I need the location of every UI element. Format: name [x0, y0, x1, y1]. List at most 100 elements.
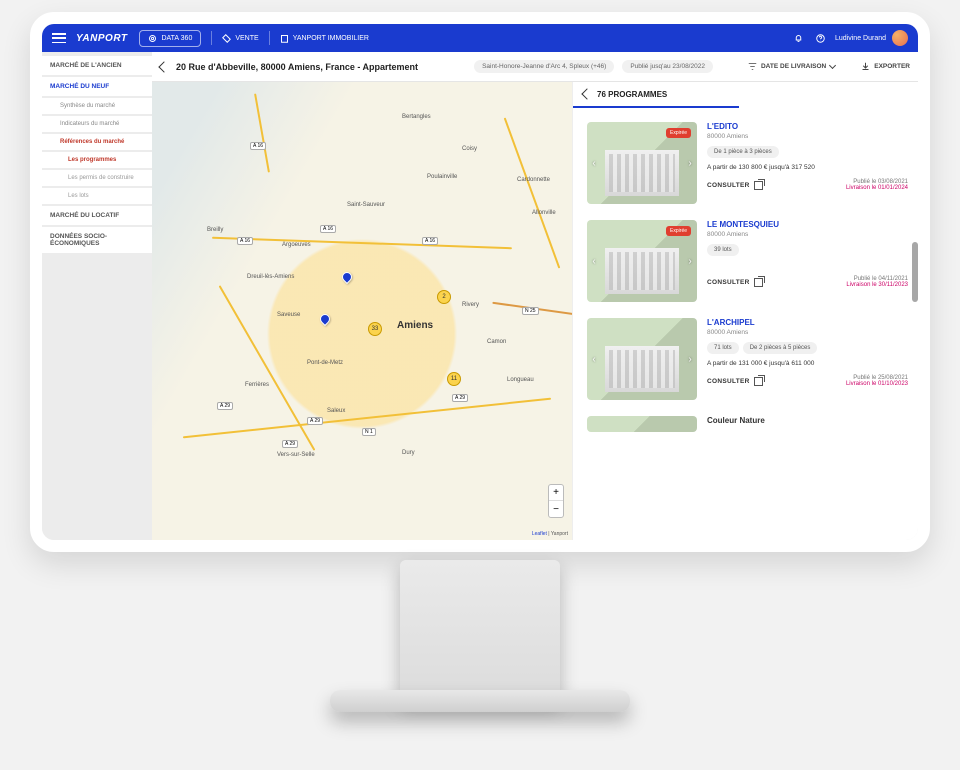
- data360-button[interactable]: DATA 360: [139, 30, 201, 47]
- program-title[interactable]: LE MONTESQUIEU: [707, 220, 908, 229]
- logo: YANPORT: [76, 33, 127, 44]
- image-next-button[interactable]: ›: [683, 352, 697, 366]
- map-cluster[interactable]: 11: [447, 372, 461, 386]
- export-button[interactable]: EXPORTER: [861, 62, 910, 71]
- sidebar-item-references[interactable]: Références du marché: [42, 134, 152, 150]
- external-link-icon: [754, 278, 763, 287]
- sort-button[interactable]: DATE DE LIVRAISON: [748, 62, 835, 71]
- results-pane: 76 PROGRAMMES Expirée ‹ ›: [572, 82, 918, 540]
- sidebar-item-ancien[interactable]: MARCHÉ DE L'ANCIEN: [42, 56, 152, 75]
- city-label: Argoeuves: [282, 242, 311, 248]
- city-label: Coisy: [462, 146, 477, 152]
- yanport-immobilier-link[interactable]: YANPORT IMMOBILIER: [280, 34, 369, 43]
- program-meta: Publié le 25/08/2021 Livraison le 01/10/…: [846, 375, 908, 387]
- sidebar-item-synthese[interactable]: Synthèse du marché: [42, 98, 152, 114]
- sidebar-item-socio[interactable]: DONNÉES SOCIO-ÉCONOMIQUES: [42, 227, 152, 253]
- filter-chip-zone[interactable]: Saint-Honore-Jeanne d'Arc 4, Spleux (+46…: [474, 60, 614, 73]
- consult-button[interactable]: CONSULTER: [707, 278, 763, 287]
- program-image[interactable]: Expirée ‹ ›: [587, 220, 697, 302]
- map[interactable]: A 16 A 16 A 16 A 16 A 29 A 29 A 29 A 29 …: [152, 82, 572, 540]
- program-price: A partir de 131 000 € jusqu'à 611 000: [707, 360, 908, 367]
- main: 20 Rue d'Abbeville, 80000 Amiens, France…: [152, 52, 918, 540]
- vente-link[interactable]: VENTE: [222, 34, 258, 43]
- program-meta: Publié le 03/08/2021 Livraison le 01/01/…: [846, 179, 908, 191]
- city-label: Allonville: [532, 210, 556, 216]
- consult-button[interactable]: CONSULTER: [707, 377, 763, 386]
- city-label: Bertangles: [402, 114, 431, 120]
- zoom-out-button[interactable]: −: [549, 501, 563, 517]
- city-label: Dreuil-lès-Amiens: [247, 274, 294, 280]
- program-tag: De 2 pièces à 5 pièces: [743, 342, 818, 354]
- map-cluster[interactable]: 33: [368, 322, 382, 336]
- city-label: Saleux: [327, 408, 345, 414]
- sidebar-item-indicateurs[interactable]: Indicateurs du marché: [42, 116, 152, 132]
- export-label: EXPORTER: [874, 63, 910, 70]
- image-next-button[interactable]: ›: [683, 254, 697, 268]
- breadcrumb-bar: 20 Rue d'Abbeville, 80000 Amiens, France…: [152, 52, 918, 82]
- zoom-in-button[interactable]: +: [549, 485, 563, 501]
- target-icon: [148, 34, 157, 43]
- expired-badge: Expirée: [666, 128, 691, 138]
- filter-icon: [748, 62, 757, 71]
- user-name[interactable]: Ludivine Durand: [835, 35, 886, 42]
- external-link-icon: [754, 377, 763, 386]
- program-title[interactable]: L'EDITO: [707, 122, 908, 131]
- program-image[interactable]: Expirée ‹ ›: [587, 122, 697, 204]
- program-tag: 39 lots: [707, 244, 739, 256]
- back-button[interactable]: [158, 61, 169, 72]
- sidebar-item-locatif[interactable]: MARCHÉ DU LOCATIF: [42, 206, 152, 225]
- program-location: 80000 Amiens: [707, 231, 908, 238]
- sort-label: DATE DE LIVRAISON: [761, 63, 826, 70]
- image-prev-button[interactable]: ‹: [587, 352, 601, 366]
- results-back-button[interactable]: [581, 88, 592, 99]
- image-prev-button[interactable]: ‹: [587, 254, 601, 268]
- city-label: Camon: [487, 339, 506, 345]
- sidebar-item-permis[interactable]: Les permis de construire: [42, 170, 152, 186]
- map-tiles: [152, 82, 572, 540]
- help-button[interactable]: [813, 31, 827, 45]
- data360-label: DATA 360: [161, 35, 192, 42]
- city-label: Saveuse: [277, 312, 300, 318]
- consult-label: CONSULTER: [707, 378, 750, 385]
- filter-chip-date[interactable]: Publié jusq'au 23/08/2022: [622, 60, 713, 73]
- road-label: A 29: [452, 394, 468, 402]
- map-cluster[interactable]: 2: [437, 290, 451, 304]
- leaflet-link[interactable]: Leaflet: [532, 531, 547, 537]
- road-label: A 29: [282, 440, 298, 448]
- program-title[interactable]: L'ARCHIPEL: [707, 318, 908, 327]
- road-label: A 29: [307, 417, 323, 425]
- image-next-button[interactable]: ›: [683, 156, 697, 170]
- results-count: 76 PROGRAMMES: [597, 90, 667, 99]
- sidebar-item-lots[interactable]: Les lots: [42, 188, 152, 204]
- program-image[interactable]: [587, 416, 697, 432]
- scrollbar-thumb[interactable]: [912, 242, 918, 302]
- program-image[interactable]: ‹ ›: [587, 318, 697, 400]
- road-label: A 29: [217, 402, 233, 410]
- external-link-icon: [754, 181, 763, 190]
- program-title[interactable]: Couleur Nature: [707, 416, 908, 425]
- hamburger-icon[interactable]: [52, 33, 66, 43]
- program-tag: 71 lots: [707, 342, 739, 354]
- program-location: 80000 Amiens: [707, 133, 908, 140]
- program-meta: Publié le 04/11/2021 Livraison le 30/11/…: [846, 276, 908, 288]
- city-label: Vers-sur-Selle: [277, 452, 315, 458]
- top-bar: YANPORT DATA 360 VENTE YANPORT IMMOBILIE…: [42, 24, 918, 52]
- program-card: Couleur Nature: [587, 416, 908, 432]
- city-label: Saint-Sauveur: [347, 202, 385, 208]
- download-icon: [861, 62, 870, 71]
- bell-icon: [794, 34, 803, 43]
- consult-button[interactable]: CONSULTER: [707, 181, 763, 190]
- avatar[interactable]: [892, 30, 908, 46]
- program-card: Expirée ‹ › L'EDITO 80000 Amiens De 1 pi…: [587, 122, 908, 204]
- city-label: Longueau: [507, 377, 534, 383]
- road-label: A 16: [237, 237, 253, 245]
- notifications-button[interactable]: [791, 31, 805, 45]
- image-prev-button[interactable]: ‹: [587, 156, 601, 170]
- road-label: A 16: [320, 225, 336, 233]
- results-header: 76 PROGRAMMES: [573, 82, 739, 108]
- sidebar-item-programmes[interactable]: Les programmes: [42, 152, 152, 168]
- sidebar-item-neuf[interactable]: MARCHÉ DU NEUF: [42, 77, 152, 96]
- consult-label: CONSULTER: [707, 279, 750, 286]
- expired-badge: Expirée: [666, 226, 691, 236]
- program-price: A partir de 130 800 € jusqu'à 317 520: [707, 164, 908, 171]
